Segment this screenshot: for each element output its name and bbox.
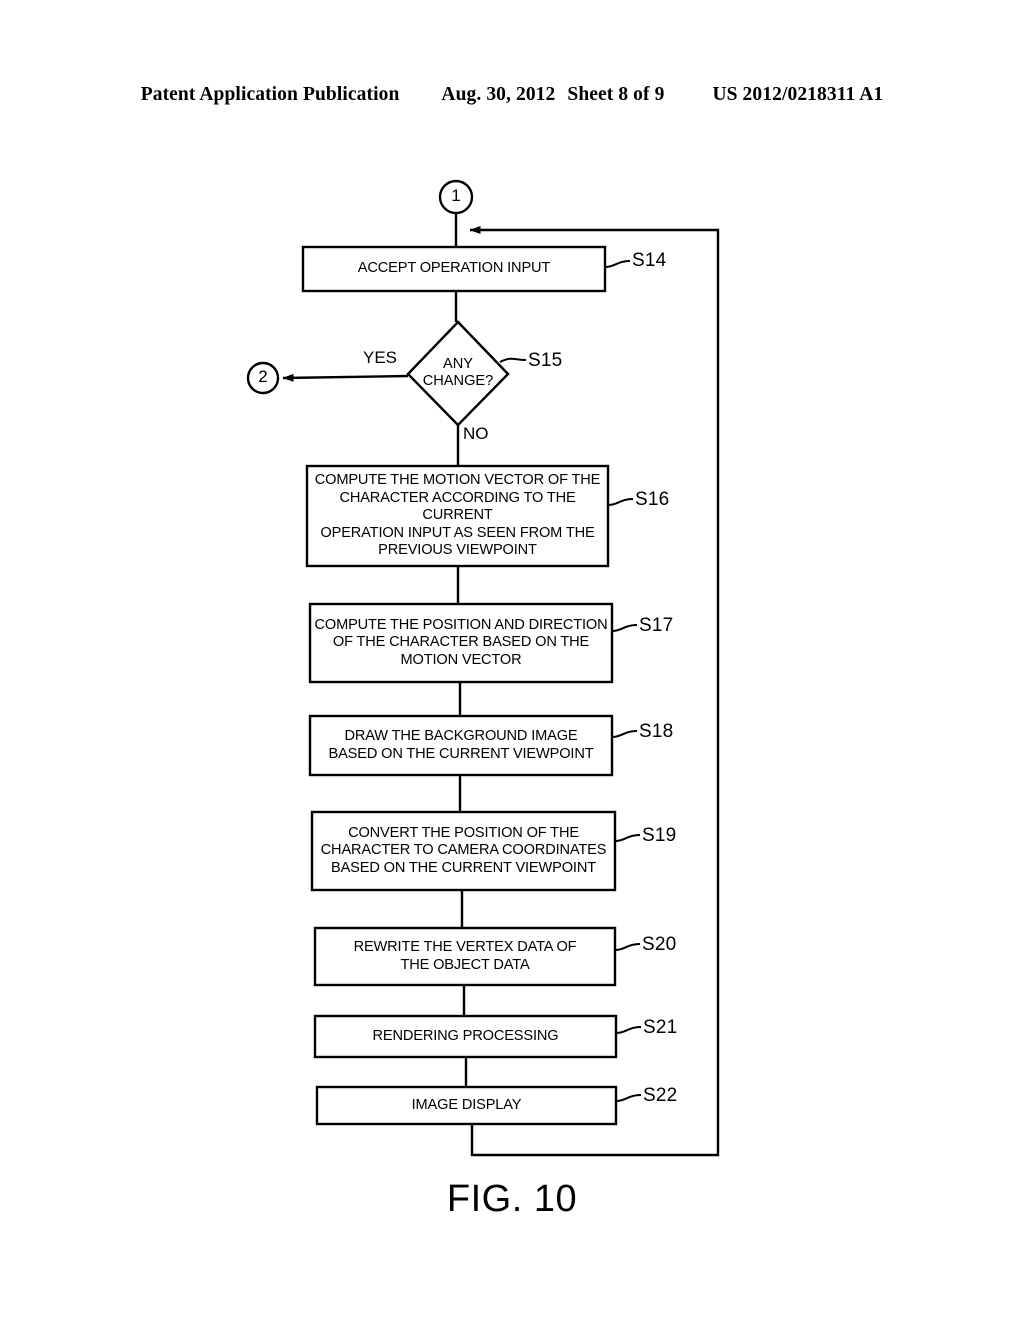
s19-step-label: S19 xyxy=(642,825,677,846)
s19-box-shape xyxy=(310,810,617,892)
s22-step-label: S22 xyxy=(643,1085,678,1106)
yes-branch-label: YES xyxy=(363,348,398,367)
s21-step-label: S21 xyxy=(643,1017,678,1038)
s14-step-label: S14 xyxy=(632,250,667,271)
s20-box-shape xyxy=(313,926,617,987)
s17-box-shape xyxy=(308,602,614,684)
flowchart-figure: 1 2 ACCEPT OPERATION INPUT ANY CHANGE? C… xyxy=(0,0,1024,1320)
s17-step-label: S17 xyxy=(639,615,674,636)
s22-box-shape xyxy=(315,1085,618,1126)
flowchart-geometry xyxy=(246,179,720,1157)
no-branch-label: NO xyxy=(463,424,489,443)
s18-step-label: S18 xyxy=(639,721,674,742)
s20-step-label: S20 xyxy=(642,934,677,955)
yes-branch-line xyxy=(282,373,409,382)
s21-box-shape xyxy=(313,1014,618,1059)
figure-caption: FIG. 10 xyxy=(446,1178,578,1220)
s16-box-shape xyxy=(305,464,610,568)
s18-box-shape xyxy=(308,714,614,777)
s14-box-shape xyxy=(301,245,607,293)
s15-decision-text: ANY CHANGE? xyxy=(422,356,494,389)
s16-step-label: S16 xyxy=(635,489,670,510)
s15-step-label: S15 xyxy=(528,350,563,371)
connector-2-label: 2 xyxy=(258,367,268,386)
connector-1-label: 1 xyxy=(451,186,461,205)
